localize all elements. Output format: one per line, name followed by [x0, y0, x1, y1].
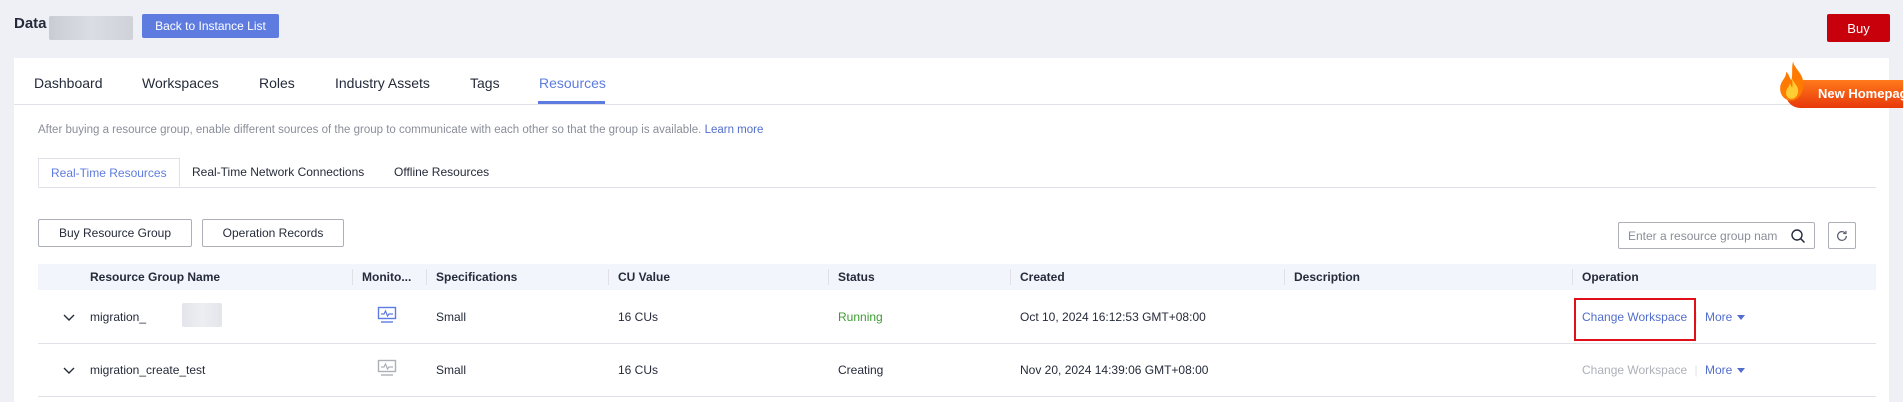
redacted-name — [182, 303, 222, 327]
table-header: Resource Group Name Monito... Specificat… — [38, 264, 1876, 290]
column-divider — [352, 269, 353, 285]
more-dropdown[interactable]: More — [1704, 310, 1746, 324]
tab-workspaces[interactable]: Workspaces — [142, 75, 219, 91]
tab-tags[interactable]: Tags — [470, 75, 500, 91]
created-cell: Nov 20, 2024 14:39:06 GMT+08:00 — [1020, 363, 1209, 377]
caret-down-icon — [1737, 315, 1746, 321]
column-divider — [1284, 269, 1285, 285]
change-workspace-link: Change Workspace — [1582, 363, 1688, 377]
new-homepage-promo[interactable]: New Homepage — [1774, 58, 1903, 116]
cu-value-cell: 16 CUs — [618, 310, 659, 324]
tab-roles[interactable]: Roles — [259, 75, 295, 91]
expand-chevron-icon[interactable] — [62, 363, 76, 377]
col-operation: Operation — [1582, 270, 1639, 284]
status-cell: Running — [838, 310, 883, 324]
operation-records-button[interactable]: Operation Records — [202, 219, 344, 247]
refresh-icon — [1837, 230, 1847, 241]
subtab-real-time-network-connections[interactable]: Real-Time Network Connections — [180, 158, 376, 187]
cu-value-cell: 16 CUs — [618, 363, 659, 377]
operation-cell: Change Workspace | More — [1582, 344, 1746, 396]
col-monitoring: Monito... — [362, 270, 412, 284]
tab-industry-assets[interactable]: Industry Assets — [335, 75, 430, 91]
tab-dashboard[interactable]: Dashboard — [34, 75, 103, 91]
resource-group-name: migration_create_test — [90, 363, 206, 377]
redacted-title-suffix — [49, 16, 133, 40]
monitor-icon[interactable] — [377, 306, 397, 324]
subtab-offline-resources[interactable]: Offline Resources — [382, 158, 501, 187]
main-tabs: Dashboard Workspaces Roles Industry Asse… — [14, 58, 1889, 105]
column-divider — [1572, 269, 1573, 285]
learn-more-link[interactable]: Learn more — [705, 124, 764, 136]
specifications-cell: Small — [436, 363, 467, 377]
operation-divider: | — [1694, 363, 1698, 377]
more-label: More — [1704, 310, 1733, 324]
table-row: migration_create_test Small 16 CUs Creat… — [38, 344, 1876, 397]
search-icon[interactable] — [1790, 228, 1806, 244]
column-divider — [828, 269, 829, 285]
back-to-instance-list-button[interactable]: Back to Instance List — [142, 14, 279, 38]
tab-resources[interactable]: Resources — [539, 75, 606, 91]
hint-text: After buying a resource group, enable di… — [38, 124, 702, 136]
subtab-real-time-resources[interactable]: Real-Time Resources — [38, 158, 180, 187]
refresh-button[interactable] — [1828, 222, 1856, 249]
caret-down-icon — [1737, 368, 1746, 374]
column-divider — [1010, 269, 1011, 285]
status-cell: Creating — [838, 363, 884, 377]
resource-hint: After buying a resource group, enable di… — [38, 124, 763, 136]
resource-group-name: migration_ — [90, 310, 147, 324]
col-status: Status — [838, 270, 875, 284]
more-dropdown[interactable]: More — [1704, 363, 1746, 377]
search-input[interactable] — [1628, 227, 1778, 244]
buy-button[interactable]: Buy — [1827, 14, 1890, 42]
specifications-cell: Small — [436, 310, 467, 324]
buy-resource-group-button[interactable]: Buy Resource Group — [38, 219, 192, 247]
more-label: More — [1704, 363, 1733, 377]
expand-chevron-icon[interactable] — [62, 310, 76, 324]
flame-icon — [1780, 61, 1804, 101]
col-created: Created — [1020, 270, 1065, 284]
col-resource-group-name: Resource Group Name — [90, 270, 221, 284]
column-divider — [608, 269, 609, 285]
col-cu-value: CU Value — [618, 270, 671, 284]
column-divider — [426, 269, 427, 285]
sub-tabs: Real-Time Resources Real-Time Network Co… — [38, 158, 1876, 188]
active-tab-indicator — [538, 101, 605, 104]
search-box — [1618, 222, 1815, 249]
highlight-box — [1574, 298, 1696, 341]
monitor-icon — [377, 359, 397, 376]
col-description: Description — [1294, 270, 1361, 284]
content-card: Dashboard Workspaces Roles Industry Asse… — [14, 58, 1889, 402]
col-specifications: Specifications — [436, 270, 518, 284]
page-title: Data — [14, 15, 47, 32]
created-cell: Oct 10, 2024 16:12:53 GMT+08:00 — [1020, 310, 1206, 324]
